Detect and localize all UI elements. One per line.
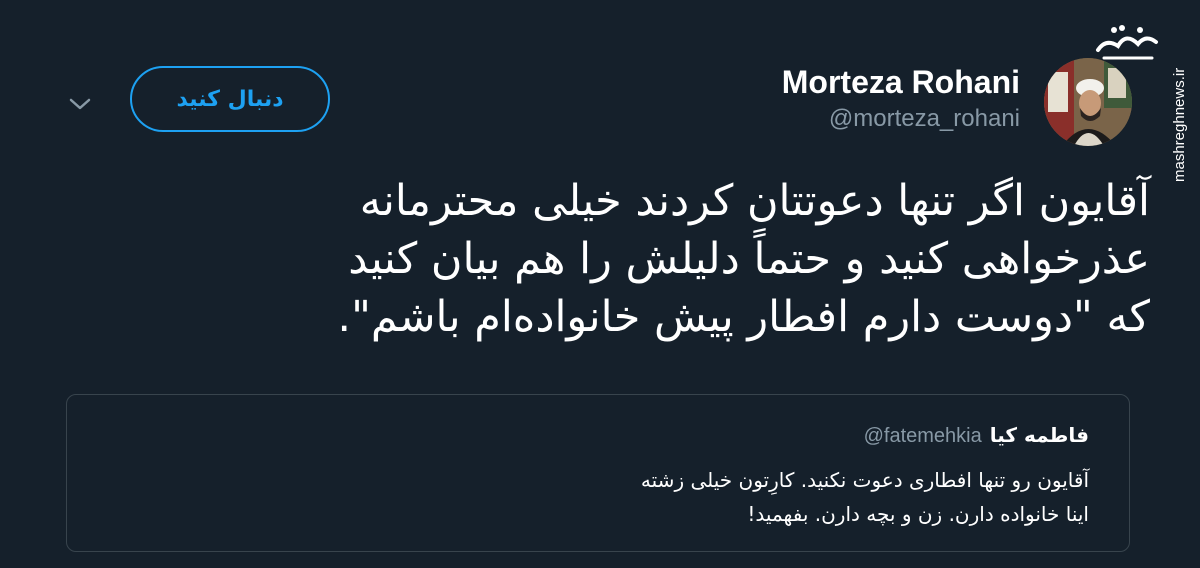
follow-button[interactable]: دنبال کنید xyxy=(130,66,330,132)
quoted-author-handle: @fatemehkia xyxy=(863,425,982,447)
quoted-tweet[interactable]: فاطمه کیا @fatemehkia آقایون رو تنها افط… xyxy=(66,394,1130,552)
svg-text:mashreghnews.ir: mashreghnews.ir xyxy=(1171,68,1188,182)
quoted-tweet-header: فاطمه کیا @fatemehkia xyxy=(864,423,1089,448)
quoted-tweet-text: آقایون رو تنها افطاری دعوت نکنید. کارِتو… xyxy=(640,468,1089,526)
tweet-author: Morteza Rohani @morteza_rohani xyxy=(782,62,1020,136)
quoted-author-name: فاطمه کیا xyxy=(989,423,1089,447)
avatar[interactable] xyxy=(1044,58,1132,146)
chevron-down-icon[interactable] xyxy=(66,90,94,118)
author-handle[interactable]: @morteza_rohani xyxy=(782,102,1020,136)
author-name[interactable]: Morteza Rohani xyxy=(782,62,1020,102)
watermark-url: mashreghnews.ir xyxy=(1150,0,1200,200)
tweet-text: آقایون اگر تنها دعوتتان کردند خیلی محترم… xyxy=(337,176,1150,342)
